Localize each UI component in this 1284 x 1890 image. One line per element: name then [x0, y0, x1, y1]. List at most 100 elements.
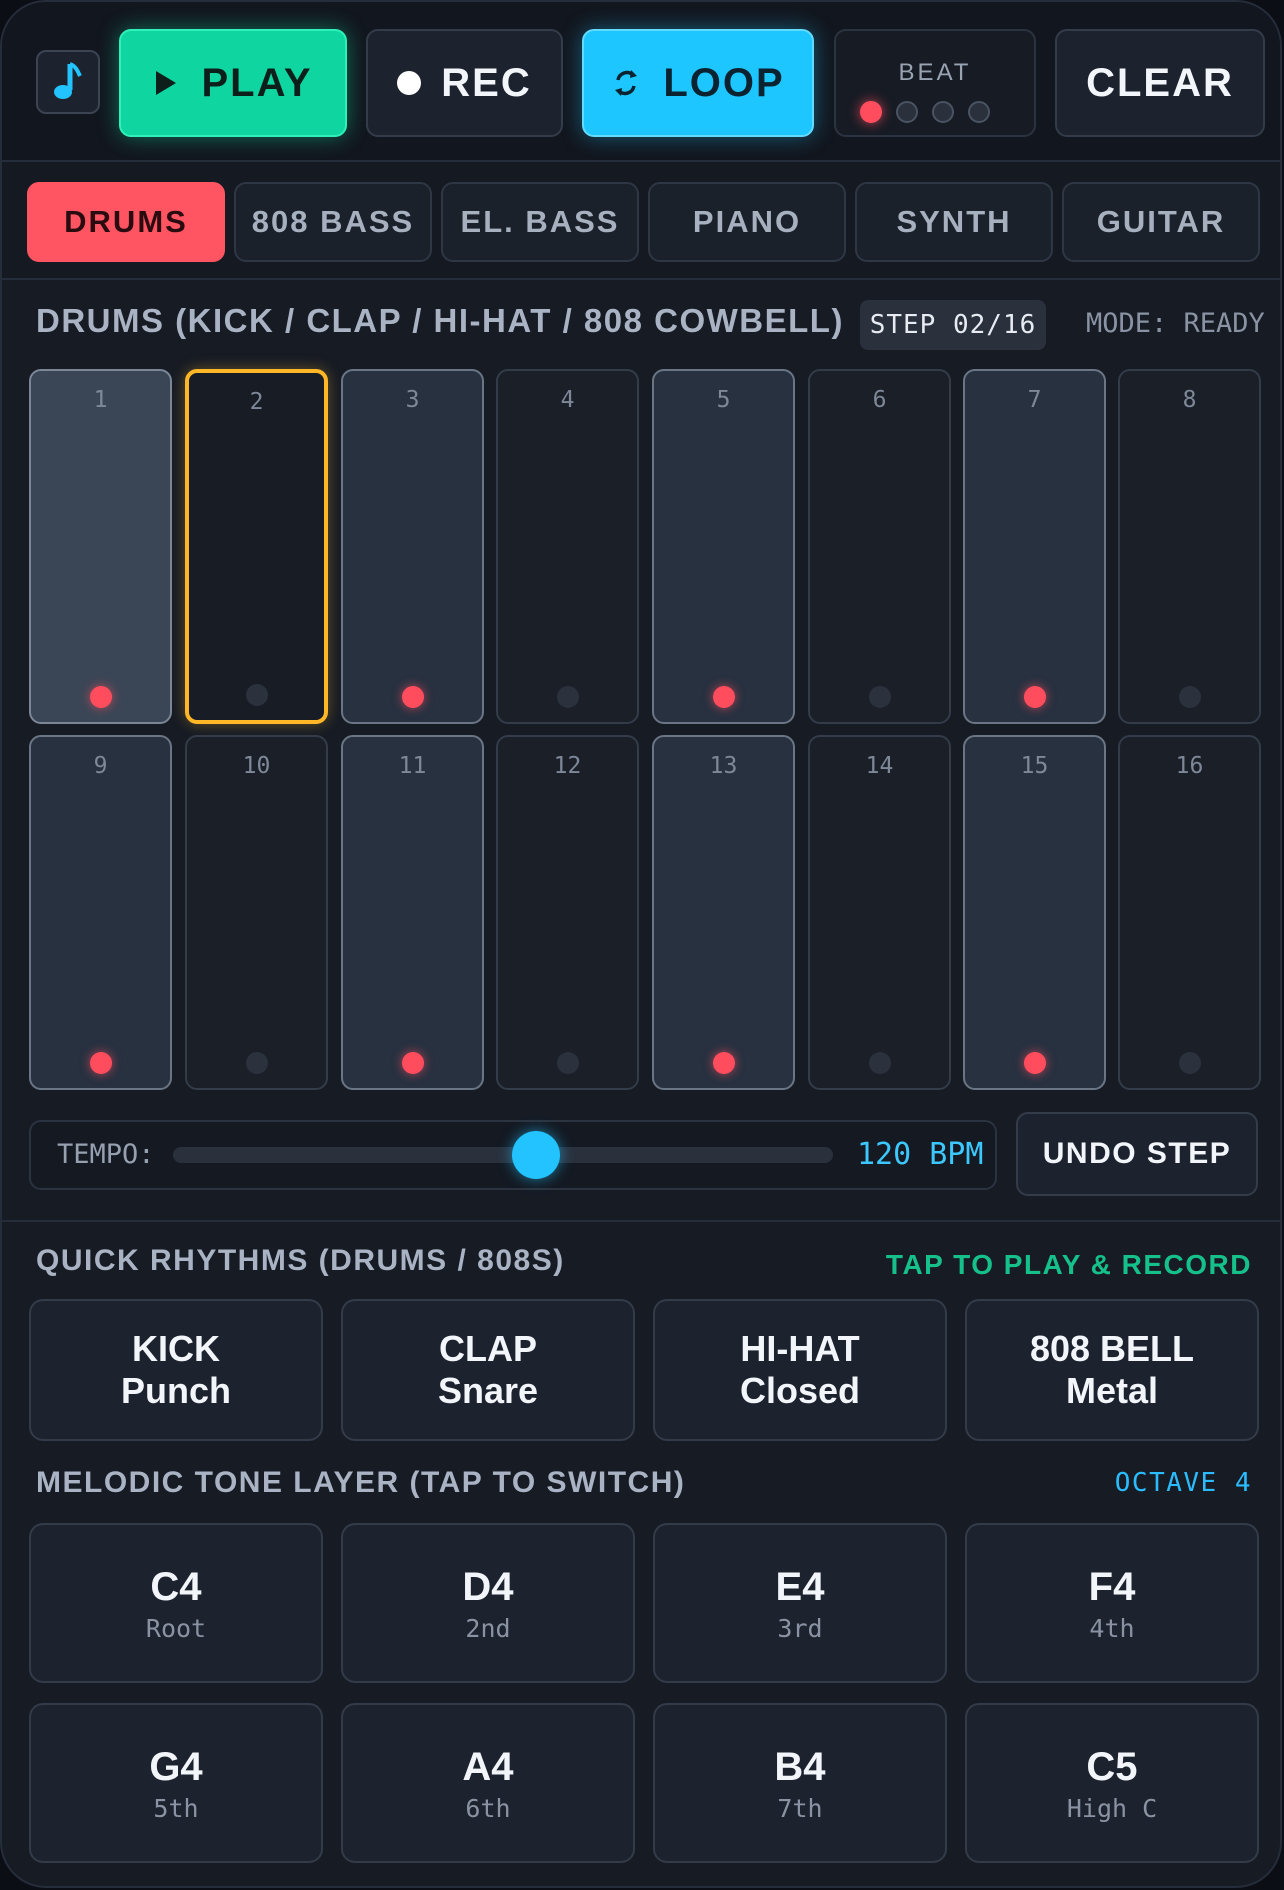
rhythm-variant: Punch	[120, 1370, 231, 1411]
record-label: REC	[441, 60, 532, 105]
tone-degree: 3rd	[777, 1613, 823, 1643]
step-pad-12[interactable]: 12	[496, 735, 639, 1090]
tone-degree: Root	[145, 1613, 207, 1643]
tone-a4-button[interactable]: A4 6th	[341, 1703, 635, 1863]
step-hit-indicator	[556, 1052, 579, 1074]
loop-icon	[615, 70, 638, 96]
tempo-slider-thumb[interactable]	[512, 1131, 560, 1179]
tone-name: A4	[462, 1744, 514, 1789]
step-hit-indicator	[1178, 686, 1201, 708]
step-pad-5[interactable]: 5	[652, 369, 795, 724]
step-number: 14	[865, 753, 894, 779]
undo-step-button[interactable]: UNDO STEP	[1016, 1112, 1258, 1196]
step-number: 4	[560, 387, 575, 413]
tempo-value: 120 BPM	[857, 1137, 984, 1172]
sequencer-title: DRUMS (KICK / CLAP / HI-HAT / 808 COWBEL…	[36, 302, 844, 339]
step-number: 6	[872, 387, 887, 413]
step-hit-indicator	[401, 686, 424, 708]
step-pad-3[interactable]: 3	[341, 369, 484, 724]
beat-label: BEAT	[898, 59, 972, 86]
step-hit-indicator	[245, 684, 268, 706]
step-hit-indicator	[868, 1052, 891, 1074]
step-hit-indicator	[712, 686, 735, 708]
sequencer-app: PLAY REC LOOP BEAT CLEAR DRUMS 808 BASS …	[0, 0, 1282, 1888]
step-pad-7[interactable]: 7	[963, 369, 1106, 724]
tone-degree: 4th	[1089, 1613, 1135, 1643]
rhythm-clap-button[interactable]: CLAP Snare	[341, 1299, 635, 1441]
play-button[interactable]: PLAY	[119, 29, 347, 137]
tone-name: D4	[462, 1564, 514, 1609]
melodic-layer-title: MELODIC TONE LAYER (TAP TO SWITCH)	[36, 1466, 686, 1499]
tone-f4-button[interactable]: F4 4th	[965, 1523, 1259, 1683]
tone-g4-button[interactable]: G4 5th	[29, 1703, 323, 1863]
tempo-label: TEMPO:	[57, 1139, 155, 1170]
tab-piano[interactable]: PIANO	[648, 182, 846, 262]
tab-label: 808 BASS	[251, 204, 415, 239]
step-pad-13[interactable]: 13	[652, 735, 795, 1090]
tab-drums[interactable]: DRUMS	[27, 182, 225, 262]
tab-synth[interactable]: SYNTH	[855, 182, 1053, 262]
rhythm-name: CLAP	[439, 1328, 537, 1369]
step-number: 2	[249, 389, 264, 415]
tone-name: C4	[150, 1564, 202, 1609]
tab-guitar[interactable]: GUITAR	[1062, 182, 1260, 262]
record-dot-icon	[397, 71, 422, 95]
step-pad-14[interactable]: 14	[808, 735, 951, 1090]
tab-label: SYNTH	[896, 204, 1012, 239]
beat-dot	[968, 101, 990, 123]
app-menu-button[interactable]	[36, 50, 100, 114]
step-hit-indicator	[1178, 1052, 1201, 1074]
step-pad-1[interactable]: 1	[29, 369, 172, 724]
tab-label: DRUMS	[64, 204, 188, 239]
step-pad-15[interactable]: 15	[963, 735, 1106, 1090]
step-pad-6[interactable]: 6	[808, 369, 951, 724]
tab-label: EL. BASS	[460, 204, 620, 239]
music-note-icon	[54, 62, 82, 99]
tab-808-bass[interactable]: 808 BASS	[234, 182, 432, 262]
rhythm-variant: Metal	[1065, 1370, 1159, 1411]
tone-name: F4	[1088, 1564, 1136, 1609]
step-hit-indicator	[556, 686, 579, 708]
step-pad-4[interactable]: 4	[496, 369, 639, 724]
rhythm-name: KICK	[132, 1328, 220, 1369]
quick-rhythms-hint: TAP TO PLAY & RECORD	[885, 1249, 1252, 1280]
tone-degree: High C	[1066, 1793, 1158, 1823]
step-number: 9	[93, 753, 108, 779]
play-label: PLAY	[201, 60, 313, 105]
step-hit-indicator	[89, 686, 112, 708]
step-hit-indicator	[712, 1052, 735, 1074]
rhythm-kick-button[interactable]: KICK Punch	[29, 1299, 323, 1441]
step-hit-indicator	[868, 686, 891, 708]
step-number: 7	[1027, 387, 1042, 413]
step-number: 12	[553, 753, 582, 779]
rhythm-hihat-button[interactable]: HI-HAT Closed	[653, 1299, 947, 1441]
rhythm-808-bell-button[interactable]: 808 BELL Metal	[965, 1299, 1259, 1441]
step-hit-indicator	[1023, 1052, 1046, 1074]
tempo-slider-track[interactable]	[173, 1131, 833, 1179]
step-pad-16[interactable]: 16	[1118, 735, 1261, 1090]
tab-el-bass[interactable]: EL. BASS	[441, 182, 639, 262]
rhythm-variant: Closed	[739, 1370, 861, 1411]
step-hit-indicator	[401, 1052, 424, 1074]
tone-c5-button[interactable]: C5 High C	[965, 1703, 1259, 1863]
tone-e4-button[interactable]: E4 3rd	[653, 1523, 947, 1683]
record-button[interactable]: REC	[366, 29, 563, 137]
step-pad-8[interactable]: 8	[1118, 369, 1261, 724]
tone-c4-button[interactable]: C4 Root	[29, 1523, 323, 1683]
undo-step-label: UNDO STEP	[1042, 1137, 1232, 1170]
tone-b4-button[interactable]: B4 7th	[653, 1703, 947, 1863]
tab-label: PIANO	[692, 204, 802, 239]
clear-button[interactable]: CLEAR	[1055, 29, 1265, 137]
tone-name: B4	[774, 1744, 826, 1789]
rhythm-name: HI-HAT	[740, 1328, 860, 1369]
step-pad-11[interactable]: 11	[341, 735, 484, 1090]
step-pad-10[interactable]: 10	[185, 735, 328, 1090]
step-hit-indicator	[89, 1052, 112, 1074]
instrument-tabs: DRUMS 808 BASS EL. BASS PIANO SYNTH GUIT…	[2, 162, 1280, 280]
rhythm-name: 808 BELL	[1029, 1328, 1195, 1369]
tone-d4-button[interactable]: D4 2nd	[341, 1523, 635, 1683]
step-pad-9[interactable]: 9	[29, 735, 172, 1090]
loop-button[interactable]: LOOP	[582, 29, 814, 137]
step-pad-2[interactable]: 2	[185, 369, 328, 724]
tone-name: E4	[775, 1564, 825, 1609]
